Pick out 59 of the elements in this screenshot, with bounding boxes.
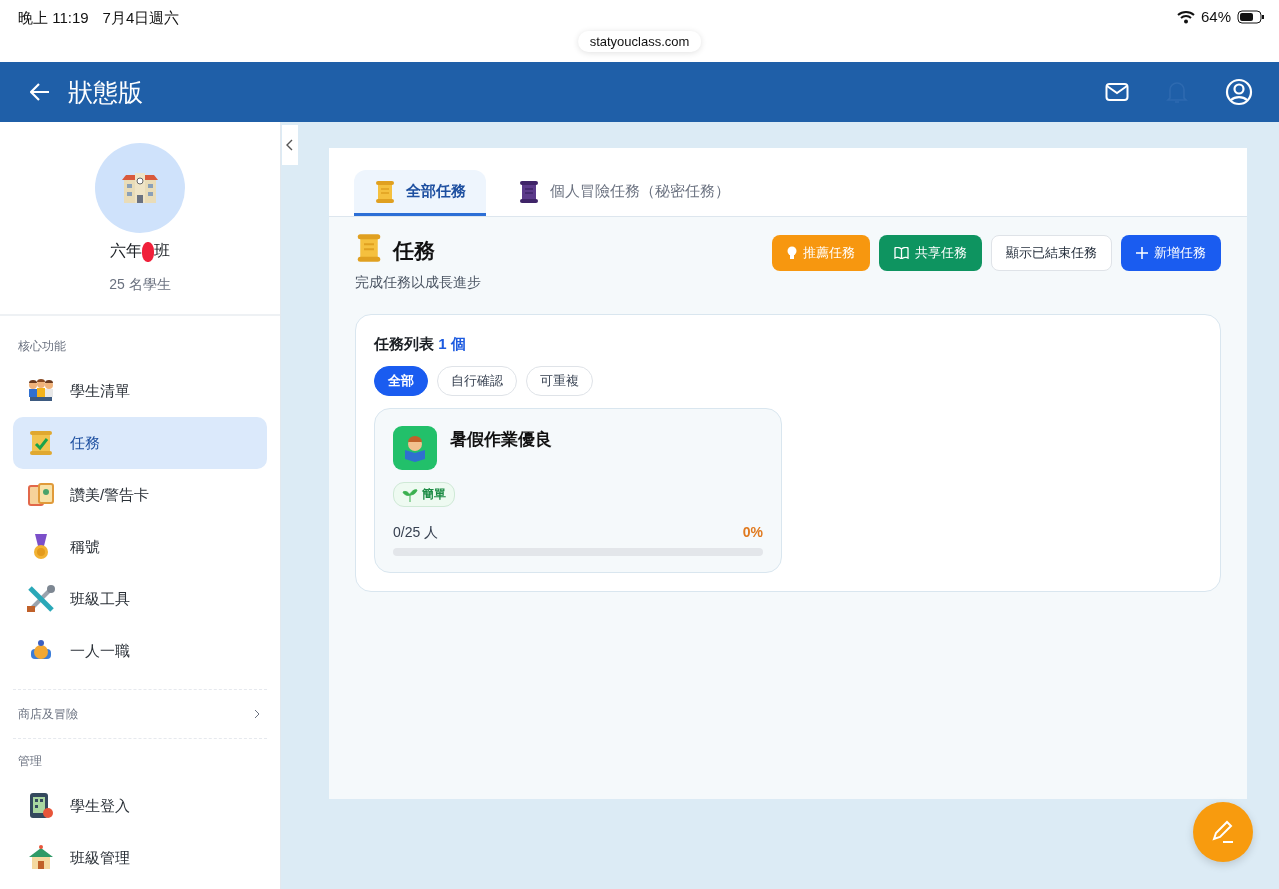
sidebar-item[interactable]: 班級工具 — [13, 573, 267, 625]
section-subtitle: 完成任務以成長進步 — [355, 274, 481, 292]
sidebar-item[interactable]: 學生清單 — [13, 365, 267, 417]
account-button[interactable] — [1225, 78, 1253, 106]
filter-chip[interactable]: 全部 — [374, 366, 428, 396]
battery-icon — [1237, 9, 1265, 24]
filter-chip[interactable]: 可重複 — [526, 366, 593, 396]
add-task-button[interactable]: 新增任務 — [1121, 235, 1221, 271]
section-title: 任務 — [393, 237, 435, 264]
sidebar-item[interactable]: 讚美/警告卡 — [13, 469, 267, 521]
student-count: 25 名學生 — [109, 276, 171, 294]
status-time: 晚上 11:19 — [18, 9, 89, 28]
sidebar-item[interactable]: 班級管理 — [13, 832, 267, 884]
medal-icon — [31, 534, 51, 560]
scroll-icon — [374, 179, 396, 204]
task-title: 暑假作業優良 — [450, 429, 552, 451]
sidebar-item[interactable]: 稱號 — [13, 521, 267, 573]
share-button[interactable]: 共享任務 — [879, 235, 982, 271]
school-house-icon — [28, 845, 54, 871]
reading-child-icon — [393, 426, 437, 470]
page-title: 狀態版 — [68, 76, 144, 108]
class-name: 六年 — [110, 241, 142, 261]
children-icon — [27, 379, 55, 403]
cards-icon — [27, 483, 55, 507]
scroll-icon — [29, 430, 53, 456]
sidebar-item[interactable]: 學生登入 — [13, 780, 267, 832]
progress-count: 0/25 人 — [393, 524, 439, 542]
class-name: 班 — [154, 241, 170, 261]
url-pill[interactable]: statyouclass.com — [577, 31, 702, 52]
section-label: 核心功能 — [17, 338, 67, 355]
back-button[interactable] — [30, 83, 50, 101]
tablet-icon — [28, 792, 54, 820]
chevron-icon — [286, 139, 294, 151]
sprout-icon — [402, 487, 418, 502]
wifi-icon — [1176, 9, 1195, 24]
show-ended-button[interactable]: 顯示已結束任務 — [991, 235, 1112, 271]
task-card[interactable]: 暑假作業優良 簡單 0/25 人 0% — [374, 408, 782, 573]
filter-chip[interactable]: 自行確認 — [437, 366, 517, 396]
tab[interactable]: 全部任務 — [354, 170, 486, 216]
book-icon — [894, 247, 909, 259]
task-list-title: 任務列表 1 個 — [374, 335, 467, 354]
wrench-screwdriver-icon — [26, 584, 56, 614]
difficulty-badge: 簡單 — [393, 482, 455, 507]
lightbulb-icon — [787, 246, 797, 260]
status-date: 7月4日週六 — [102, 9, 180, 28]
collapsible-section[interactable]: 商店及冒險 — [13, 689, 267, 739]
sidebar-item[interactable]: 任務 — [13, 417, 267, 469]
progress-percent: 0% — [742, 524, 763, 542]
redaction-mark — [142, 241, 154, 262]
scroll-icon — [518, 179, 540, 204]
tab[interactable]: 個人冒險任務（秘密任務） — [498, 170, 750, 216]
sidebar-item[interactable]: 一人一職 — [13, 625, 267, 677]
battery-percent: 64% — [1200, 8, 1231, 25]
school-building-icon — [120, 171, 160, 205]
pencil-icon — [1210, 819, 1236, 845]
mail-button[interactable] — [1105, 82, 1129, 102]
section-label: 管理 — [17, 753, 43, 770]
plus-icon — [1136, 247, 1148, 259]
scroll-icon — [355, 233, 383, 263]
